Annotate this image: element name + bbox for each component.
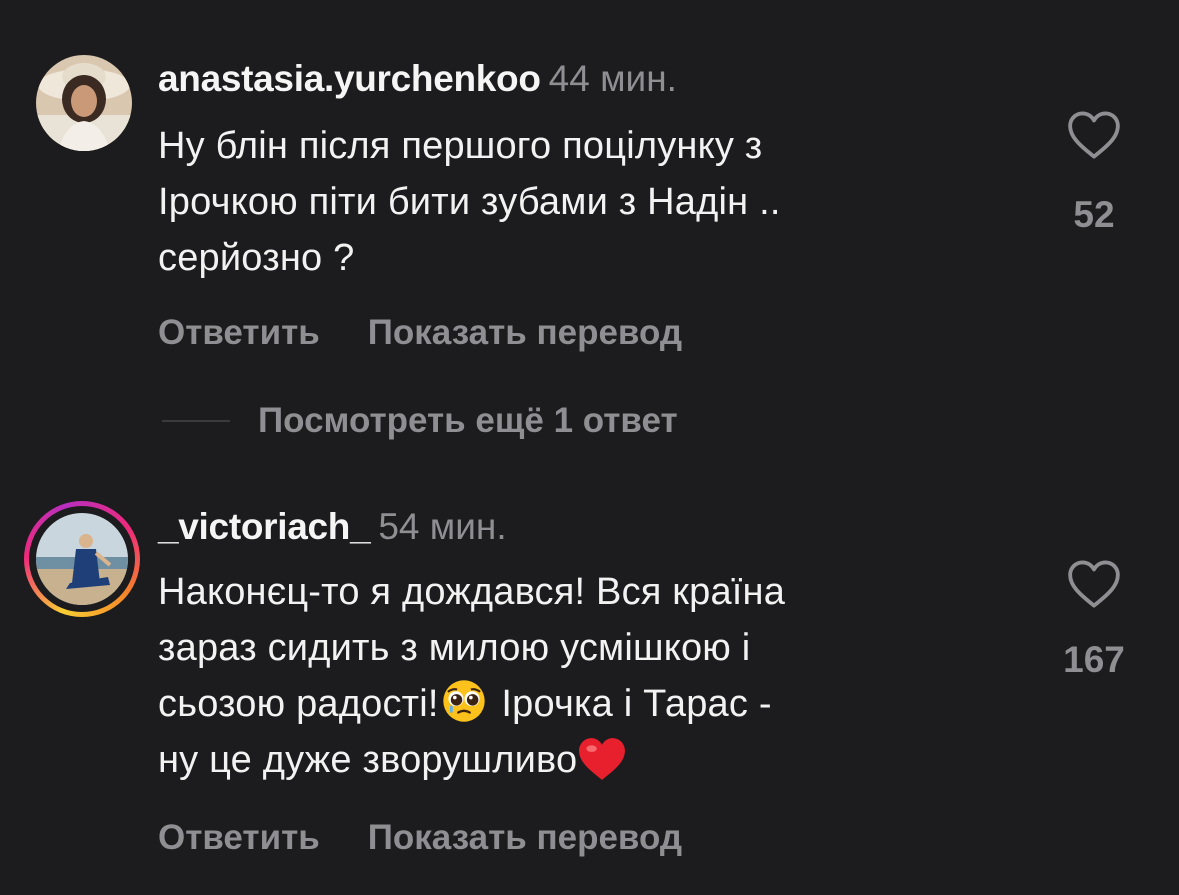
comment-text-line: зараз сидить з милою усмішкою і (158, 627, 751, 669)
comment-1: anastasia.yurchenkoo 44 мин. Ну блін післ… (0, 0, 1179, 390)
avatar-image (36, 513, 128, 605)
comment-header: _victoriach_ 54 мин. (158, 505, 507, 549)
like-count: 167 (1063, 639, 1125, 680)
comment-text-line: сьозою радості! Ірочка і Тарас - (158, 676, 998, 732)
comment-text-line: Ну блін після першого поцілунку з (158, 125, 763, 167)
comment-actions: Ответить Показать перевод (158, 818, 730, 858)
avatar-image (36, 55, 132, 151)
comment-2: _victoriach_ 54 мин. Наконєц-то я дождавс… (0, 495, 1179, 895)
comment-text-line: Наконєц-то я дождався! Вся країна (158, 571, 786, 613)
comment-text-segment: сьозою радості! (158, 683, 439, 725)
comment-text-line: серйозно ? (158, 237, 355, 279)
red-heart-emoji (579, 738, 626, 780)
comment-text-line: ну це дуже зворушливо (158, 732, 998, 788)
timestamp: 54 мин. (378, 506, 507, 547)
pleading-face-emoji (442, 680, 485, 722)
like-count: 52 (1073, 194, 1115, 235)
comment-actions: Ответить Показать перевод (158, 313, 730, 353)
comment-text-segment: ну це дуже зворушливо (158, 739, 578, 781)
comment-text-segment: Ірочка і Тарас - (490, 683, 772, 725)
username[interactable]: anastasia.yurchenkoo (158, 58, 541, 99)
comment-text: Ну блін після першого поцілунку з Ірочко… (158, 118, 998, 286)
like-button[interactable] (1054, 110, 1134, 165)
view-replies-button[interactable]: Посмотреть ещё 1 ответ (162, 396, 678, 446)
avatar[interactable] (24, 501, 140, 617)
like-button[interactable] (1054, 559, 1134, 614)
view-replies-label: Посмотреть ещё 1 ответ (258, 401, 678, 440)
heart-outline-icon (1068, 560, 1120, 608)
divider-line (162, 420, 230, 422)
show-translation-button[interactable]: Показать перевод (368, 818, 682, 858)
timestamp: 44 мин. (548, 58, 677, 99)
comment-text-line: Ірочкою піти бити зубами з Надін .. (158, 181, 781, 223)
comment-text: Наконєц-то я дождався! Вся країна зараз … (158, 564, 998, 788)
reply-button[interactable]: Ответить (158, 818, 320, 858)
heart-outline-icon (1068, 111, 1120, 159)
avatar[interactable] (36, 55, 132, 151)
comment-header: anastasia.yurchenkoo 44 мин. (158, 57, 677, 101)
username[interactable]: _victoriach_ (158, 506, 371, 547)
show-translation-button[interactable]: Показать перевод (368, 313, 682, 353)
reply-button[interactable]: Ответить (158, 313, 320, 353)
